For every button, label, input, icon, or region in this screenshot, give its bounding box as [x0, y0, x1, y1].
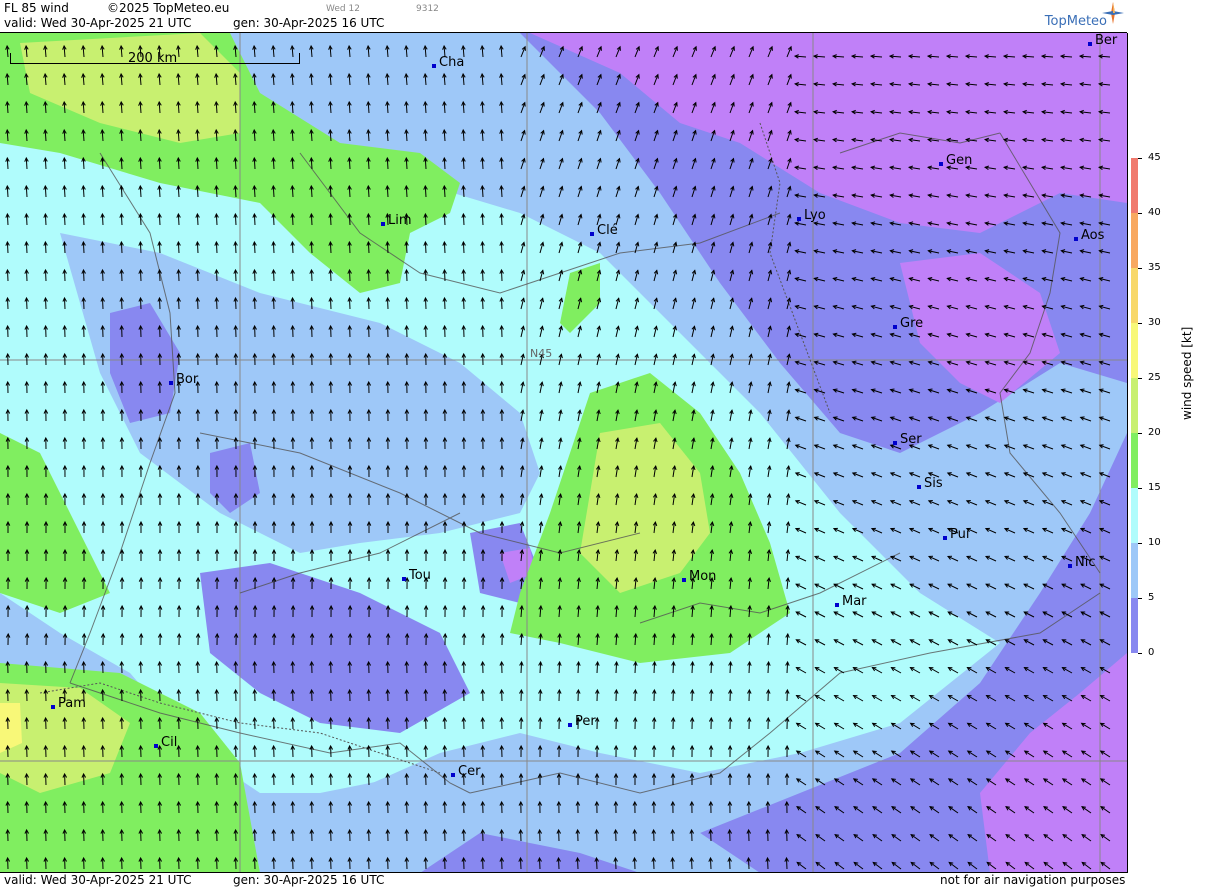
city-label: Gen [946, 153, 972, 168]
legend-color-segment [1131, 543, 1138, 598]
legend-tick [1138, 543, 1142, 544]
city-marker [1074, 237, 1078, 241]
copyright: ©2025 TopMeteo.eu [107, 1, 229, 15]
color-legend: 45 40 35 30 25 20 15 10 5 0 wind speed [kt] [1128, 0, 1219, 887]
valid-time: valid: Wed 30-Apr-2025 21 UTC [4, 16, 191, 30]
legend-tick [1138, 213, 1142, 214]
city-marker [943, 536, 947, 540]
city-marker [1088, 42, 1092, 46]
city-label: Mon [689, 569, 716, 584]
city-marker [939, 162, 943, 166]
city-label: Per [575, 714, 596, 729]
legend-color-segment [1131, 488, 1138, 543]
legend-tick-label: 10 [1148, 537, 1161, 548]
legend-tick [1138, 488, 1142, 489]
city-label: Cer [458, 764, 480, 779]
map-footer: valid: Wed 30-Apr-2025 21 UTC gen: 30-Ap… [0, 872, 1127, 888]
city-label: Ser [900, 432, 922, 447]
legend-tick-label: 0 [1148, 647, 1154, 658]
legend-tick [1138, 268, 1142, 269]
scale-label: 200 km [128, 51, 177, 66]
legend-tick [1138, 323, 1142, 324]
city-marker [917, 485, 921, 489]
compass-logo-icon [1102, 2, 1124, 24]
city-label: Lyo [804, 208, 826, 223]
footer-valid-time: valid: Wed 30-Apr-2025 21 UTC [4, 873, 191, 887]
city-label: Lim [388, 213, 412, 228]
city-label: Pam [58, 696, 86, 711]
city-marker [590, 232, 594, 236]
city-marker [381, 222, 385, 226]
city-label: Nic [1075, 555, 1095, 570]
product-title: FL 85 wind [4, 1, 69, 15]
legend-color-segment [1131, 378, 1138, 433]
city-label: Aos [1081, 228, 1104, 243]
city-marker [169, 381, 173, 385]
legend-color-segment [1131, 268, 1138, 323]
wind-map: 200 km N45 Cha Ber Lim Clé Lyo Gen Aos G… [0, 33, 1128, 873]
city-marker [797, 217, 801, 221]
city-label: Gre [900, 316, 923, 331]
city-label: Tou [409, 568, 431, 583]
legend-unit: wind speed [kt] [1180, 327, 1194, 420]
brand-name: TopMeteo [1045, 14, 1107, 29]
legend-tick-label: 35 [1148, 262, 1161, 273]
legend-tick [1138, 378, 1142, 379]
city-marker [51, 705, 55, 709]
map-header: FL 85 wind ©2025 TopMeteo.eu Wed 12 9312… [0, 0, 1127, 33]
city-marker [893, 441, 897, 445]
footer-gen-time: gen: 30-Apr-2025 16 UTC [233, 873, 384, 887]
city-marker [893, 325, 897, 329]
legend-color-segment [1131, 323, 1138, 378]
city-label: Pui [950, 527, 969, 542]
legend-tick-label: 20 [1148, 427, 1161, 438]
legend-color-segment [1131, 433, 1138, 488]
legend-tick-label: 15 [1148, 482, 1161, 493]
legend-color-segment [1131, 158, 1138, 213]
legend-tick-label: 30 [1148, 317, 1161, 328]
city-marker [568, 723, 572, 727]
latitude-label: N45 [530, 347, 552, 360]
legend-color-segment [1131, 598, 1138, 653]
city-label: Cha [439, 55, 464, 70]
city-label: Bor [176, 372, 198, 387]
legend-tick [1138, 433, 1142, 434]
legend-tick [1138, 653, 1142, 654]
code: 9312 [416, 4, 439, 14]
city-label: Mar [842, 594, 867, 609]
legend-tick-label: 45 [1148, 152, 1161, 163]
city-marker [1068, 564, 1072, 568]
city-marker [451, 773, 455, 777]
gen-time: gen: 30-Apr-2025 16 UTC [233, 16, 384, 30]
city-label: Clé [597, 223, 618, 238]
legend-tick [1138, 158, 1142, 159]
disclaimer: not for air navigation purposes [940, 873, 1125, 887]
legend-tick-label: 25 [1148, 372, 1161, 383]
city-label: Sis [924, 476, 943, 491]
legend-tick-label: 40 [1148, 207, 1161, 218]
city-label: Cil [161, 735, 177, 750]
city-marker [432, 64, 436, 68]
legend-tick [1138, 598, 1142, 599]
legend-tick-label: 5 [1148, 592, 1154, 603]
legend-color-segment [1131, 213, 1138, 268]
city-marker [402, 577, 406, 581]
color-bar [1131, 158, 1138, 652]
city-marker [682, 578, 686, 582]
day-code: Wed 12 [326, 4, 360, 14]
city-label: Ber [1095, 33, 1117, 48]
city-marker [154, 744, 158, 748]
city-marker [835, 603, 839, 607]
